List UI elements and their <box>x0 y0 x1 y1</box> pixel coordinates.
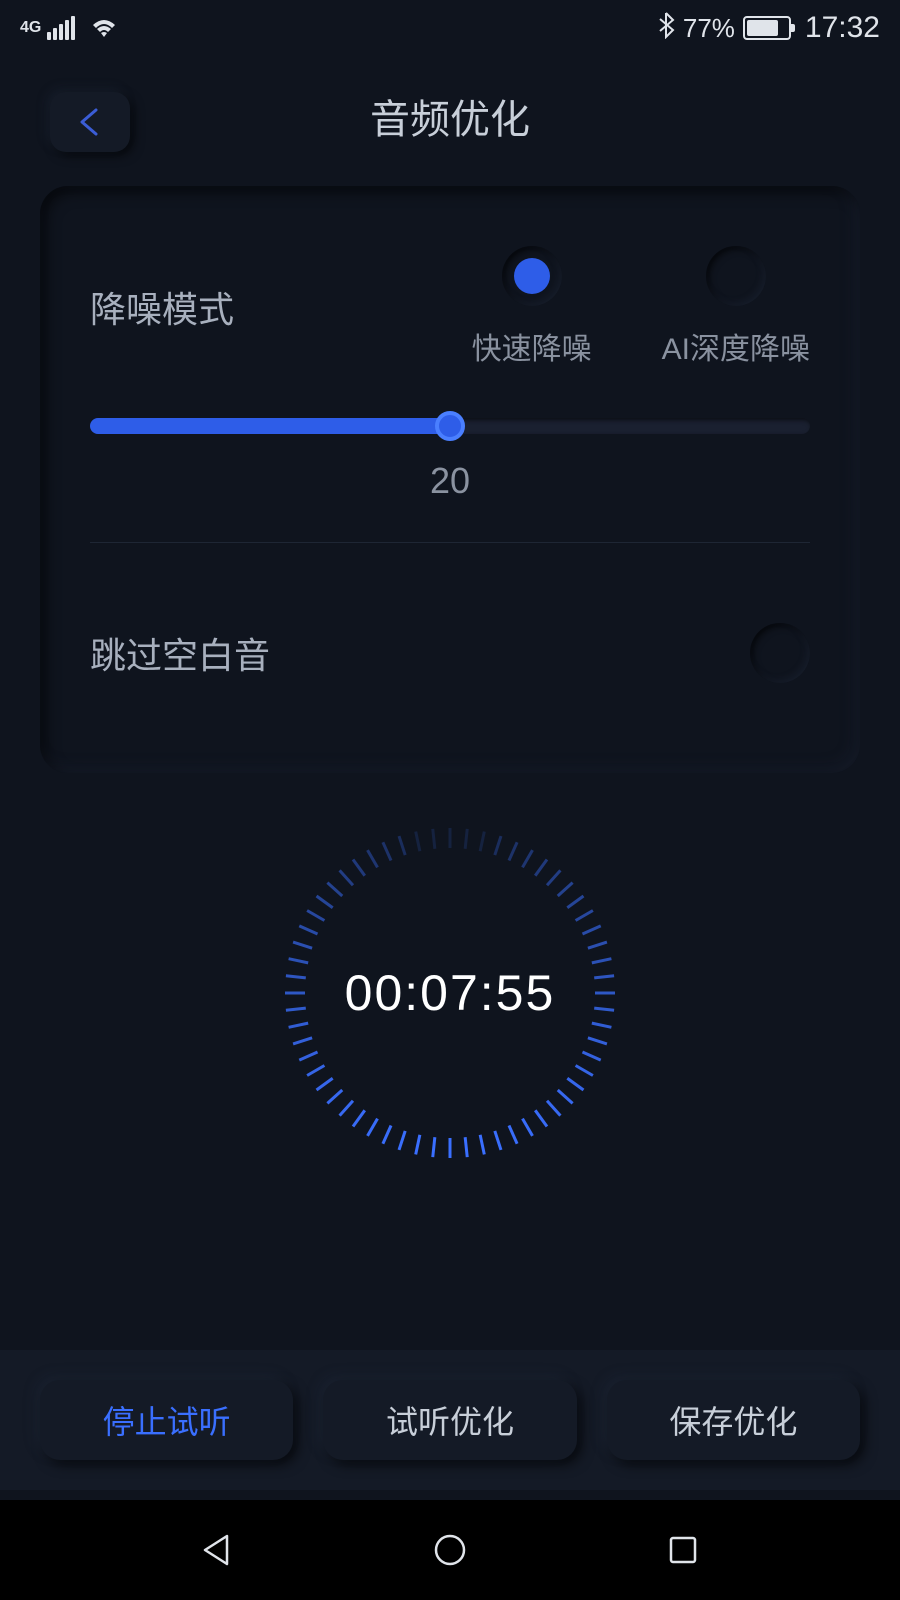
noise-mode-row: 降噪模式 快速降噪 AI深度降噪 <box>40 216 860 398</box>
timer-ticks-icon <box>270 813 630 1173</box>
divider <box>90 542 810 543</box>
slider-thumb[interactable] <box>435 411 465 441</box>
radio-fast-noise[interactable]: 快速降噪 <box>472 246 592 368</box>
noise-mode-radio-group: 快速降噪 AI深度降噪 <box>472 246 810 368</box>
nav-recent-button[interactable] <box>663 1530 703 1570</box>
nav-home-button[interactable] <box>430 1530 470 1570</box>
triangle-back-icon <box>197 1530 237 1570</box>
noise-slider-section: 20 <box>40 398 860 532</box>
system-nav-bar <box>0 1500 900 1600</box>
skip-silence-label: 跳过空白音 <box>90 627 750 679</box>
network-type: 4G <box>20 20 41 36</box>
skip-silence-toggle[interactable] <box>750 623 810 683</box>
status-bar: 4G 77% 17:32 <box>0 0 900 56</box>
button-label: 停止试听 <box>103 1397 231 1443</box>
slider-value: 20 <box>90 460 810 502</box>
radio-label: 快速降噪 <box>472 324 592 368</box>
noise-mode-label: 降噪模式 <box>90 281 472 333</box>
radio-label: AI深度降噪 <box>662 324 810 368</box>
radio-ai-noise[interactable]: AI深度降噪 <box>662 246 810 368</box>
network-indicator: 4G <box>20 16 75 40</box>
noise-slider[interactable] <box>90 418 810 434</box>
preview-optimize-button[interactable]: 试听优化 <box>323 1380 576 1460</box>
radio-circle-icon <box>502 246 562 306</box>
battery-icon <box>743 16 791 40</box>
header: 音频优化 <box>0 56 900 176</box>
page-title: 音频优化 <box>370 87 530 145</box>
wifi-icon <box>89 16 119 40</box>
button-label: 试听优化 <box>386 1397 514 1443</box>
button-label: 保存优化 <box>669 1397 797 1443</box>
signal-bars-icon <box>47 16 75 40</box>
back-button[interactable] <box>50 92 130 152</box>
save-optimize-button[interactable]: 保存优化 <box>607 1380 860 1460</box>
bottom-action-bar: 停止试听 试听优化 保存优化 <box>0 1350 900 1490</box>
skip-silence-row: 跳过空白音 <box>40 553 860 723</box>
bluetooth-icon <box>657 11 675 46</box>
battery-percent: 77% <box>683 13 735 44</box>
timer-section: 00:07:55 <box>0 813 900 1173</box>
radio-circle-icon <box>706 246 766 306</box>
clock-time: 17:32 <box>805 11 880 45</box>
timer-dial: 00:07:55 <box>270 813 630 1173</box>
square-recent-icon <box>663 1530 703 1570</box>
stop-preview-button[interactable]: 停止试听 <box>40 1380 293 1460</box>
settings-panel: 降噪模式 快速降噪 AI深度降噪 20 跳过空白音 <box>40 186 860 773</box>
slider-fill <box>90 418 450 434</box>
chevron-left-icon <box>74 106 106 138</box>
nav-back-button[interactable] <box>197 1530 237 1570</box>
circle-home-icon <box>430 1530 470 1570</box>
